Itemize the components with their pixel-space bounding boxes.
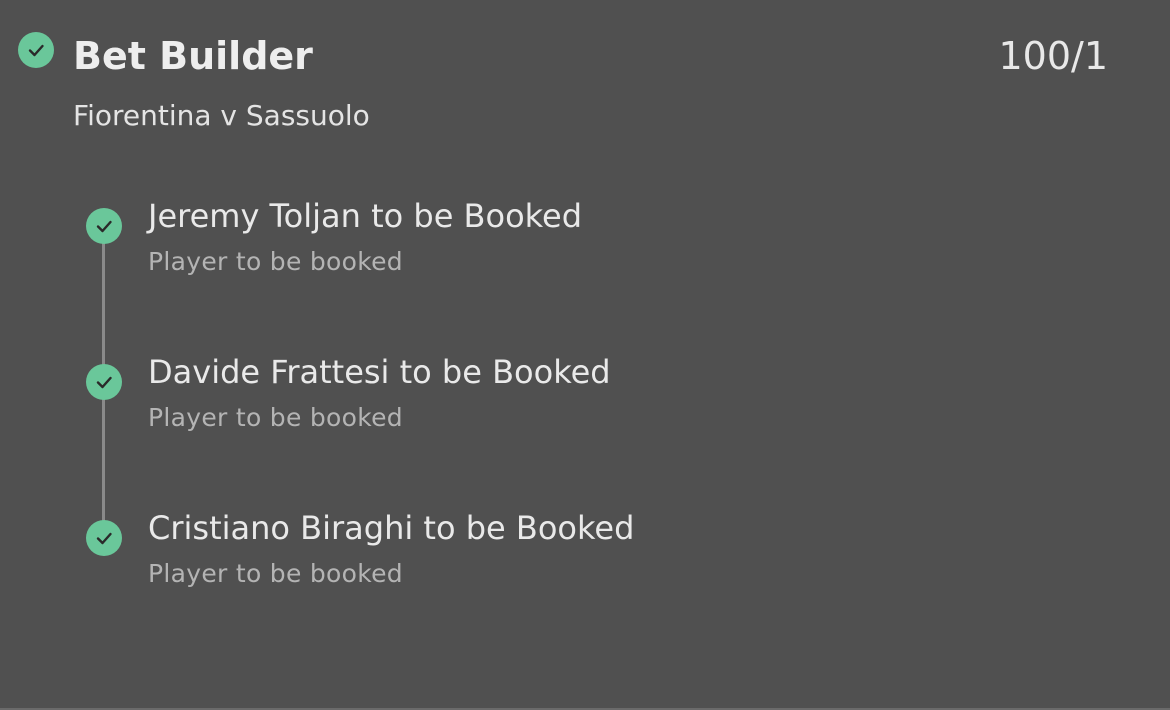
bet-leg: Cristiano Biraghi to be Booked Player to…: [0, 508, 1170, 608]
leg-market: Player to be booked: [148, 403, 403, 432]
leg-check-icon: [86, 520, 122, 556]
bet-odds: 100/1: [998, 34, 1108, 78]
leg-selection: Cristiano Biraghi to be Booked: [148, 509, 635, 547]
leg-check-icon: [86, 364, 122, 400]
bet-builder-card: Bet Builder 100/1 Fiorentina v Sassuolo …: [0, 0, 1170, 708]
leg-market: Player to be booked: [148, 247, 403, 276]
leg-market: Player to be booked: [148, 559, 403, 588]
bet-won-check-icon: [18, 32, 54, 68]
leg-selection: Jeremy Toljan to be Booked: [148, 197, 583, 235]
bet-leg: Davide Frattesi to be Booked Player to b…: [0, 352, 1170, 452]
bet-leg: Jeremy Toljan to be Booked Player to be …: [0, 196, 1170, 296]
leg-check-icon: [86, 208, 122, 244]
leg-selection: Davide Frattesi to be Booked: [148, 353, 611, 391]
event-name: Fiorentina v Sassuolo: [73, 99, 370, 132]
bet-title: Bet Builder: [73, 34, 313, 78]
